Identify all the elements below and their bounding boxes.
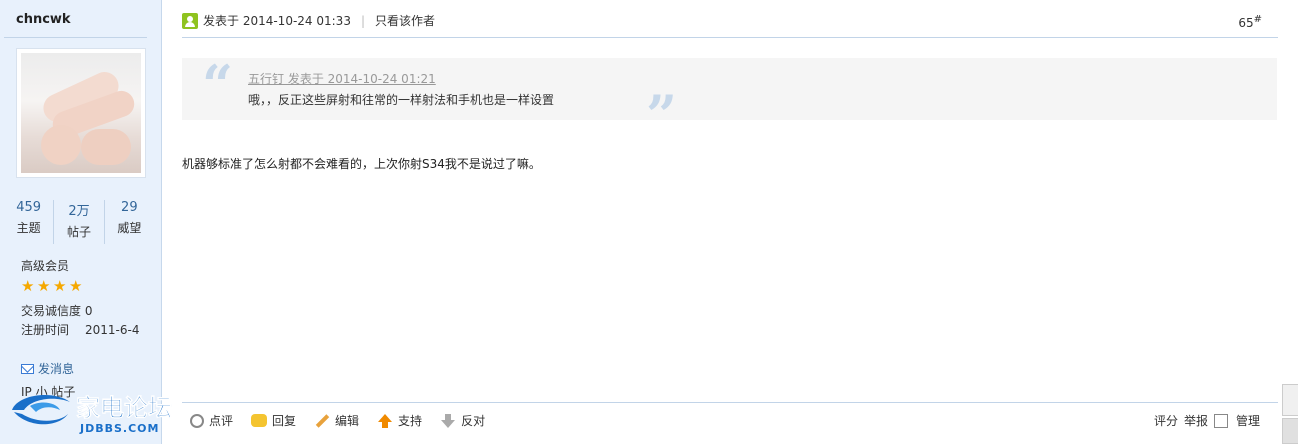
manage-checkbox[interactable] — [1213, 413, 1228, 428]
post-meta: 发表于 2014-10-24 01:33 | 只看该作者 — [182, 12, 435, 29]
sidebar-divider — [4, 37, 147, 38]
pencil-icon — [314, 413, 330, 429]
register-label: 注册时间 — [21, 323, 70, 337]
scroll-down-button[interactable] — [1282, 418, 1298, 444]
actionbar-divider — [182, 402, 1278, 403]
meta-separator: | — [360, 13, 365, 28]
send-message-link[interactable]: 发消息 — [21, 360, 74, 377]
star-icon: ★ — [21, 277, 35, 295]
floor-value[interactable]: 65 — [1238, 16, 1253, 30]
support-label: 支持 — [398, 414, 423, 428]
quote-block: “ 五行钉 发表于 2014-10-24 01:21 哦，，反正这些屏射和往常的… — [182, 53, 1277, 142]
rate-icon — [190, 413, 204, 428]
avatar-image — [21, 53, 141, 173]
reply-icon — [251, 414, 268, 427]
online-user-icon — [182, 12, 198, 29]
post-content: 机器够标准了怎么射都不会难看的，上次你射S34我不是说过了嘛。 — [182, 157, 541, 171]
rate-button[interactable]: 点评 — [190, 412, 233, 429]
register-info: 注册时间 2011-6-4 — [21, 321, 139, 338]
floor-number[interactable]: 65# — [1238, 14, 1262, 30]
reply-button[interactable]: 回复 — [251, 412, 296, 429]
post-time: 发表于 2014-10-24 01:33 — [203, 14, 351, 28]
logo-swirl-icon — [12, 395, 70, 425]
star-icon: ★ — [53, 277, 67, 295]
site-logo[interactable]: 家电论坛 JDBBS.COM — [8, 388, 208, 440]
arrow-down-icon — [440, 413, 456, 429]
quote-close-icon: ” — [646, 83, 678, 147]
stat-value[interactable]: 2万 — [54, 200, 103, 219]
quote-header[interactable]: 五行钉 发表于 2014-10-24 01:21 — [248, 70, 436, 87]
reply-label: 回复 — [272, 414, 297, 428]
send-message-label: 发消息 — [38, 362, 75, 376]
stat-value[interactable]: 29 — [105, 200, 154, 215]
logo-domain: JDBBS.COM — [79, 422, 159, 435]
only-author-link[interactable]: 只看该作者 — [375, 12, 435, 29]
score-link[interactable]: 评分 — [1154, 412, 1178, 429]
author-sidebar: chncwk 459 主题 2万 帖子 29 威望 高级会员 ★ ★ ★ ★ 交… — [0, 0, 162, 444]
envelope-icon — [21, 363, 34, 374]
floor-sup: # — [1253, 14, 1262, 25]
stat-value[interactable]: 459 — [4, 200, 53, 215]
scroll-up-button[interactable] — [1282, 384, 1298, 416]
support-button[interactable]: 支持 — [377, 412, 422, 429]
stat-posts[interactable]: 2万 帖子 — [53, 200, 103, 244]
trade-credit: 交易诚信度 0 — [21, 304, 93, 318]
stat-label: 帖子 — [66, 225, 91, 239]
edit-label: 编辑 — [335, 414, 360, 428]
oppose-button[interactable]: 反对 — [440, 412, 485, 429]
oppose-label: 反对 — [461, 414, 486, 428]
post-main: 发表于 2014-10-24 01:33 | 只看该作者 65# “ 五行钉 发… — [182, 0, 1278, 444]
quote-open-icon: “ — [202, 53, 234, 117]
manage-label: 管理 — [1235, 414, 1260, 428]
report-link[interactable]: 举报 — [1184, 412, 1208, 429]
stat-topics[interactable]: 459 主题 — [4, 200, 53, 244]
logo-text: 家电论坛 — [76, 394, 172, 422]
edit-button[interactable]: 编辑 — [314, 412, 359, 429]
meta-divider — [182, 37, 1278, 38]
quote-text: 哦，，反正这些屏射和往常的一样射法和手机也是一样设置 — [248, 93, 555, 107]
stat-label: 威望 — [117, 221, 142, 235]
author-username[interactable]: chncwk — [16, 12, 71, 27]
star-icon: ★ — [37, 277, 51, 295]
post-actions: 点评 回复 编辑 支持 反对 — [190, 412, 503, 429]
rank-stars: ★ ★ ★ ★ — [21, 279, 84, 294]
star-icon: ★ — [69, 277, 83, 295]
register-date: 2011-6-4 — [85, 323, 140, 337]
rate-label: 点评 — [209, 414, 234, 428]
avatar[interactable] — [16, 48, 146, 178]
post-right-actions: 评分 举报 管理 — [1148, 412, 1260, 429]
author-stats: 459 主题 2万 帖子 29 威望 — [4, 200, 154, 244]
arrow-up-icon — [377, 413, 393, 429]
stat-prestige[interactable]: 29 威望 — [103, 200, 154, 244]
stat-label: 主题 — [16, 221, 41, 235]
user-group[interactable]: 高级会员 — [21, 257, 69, 274]
